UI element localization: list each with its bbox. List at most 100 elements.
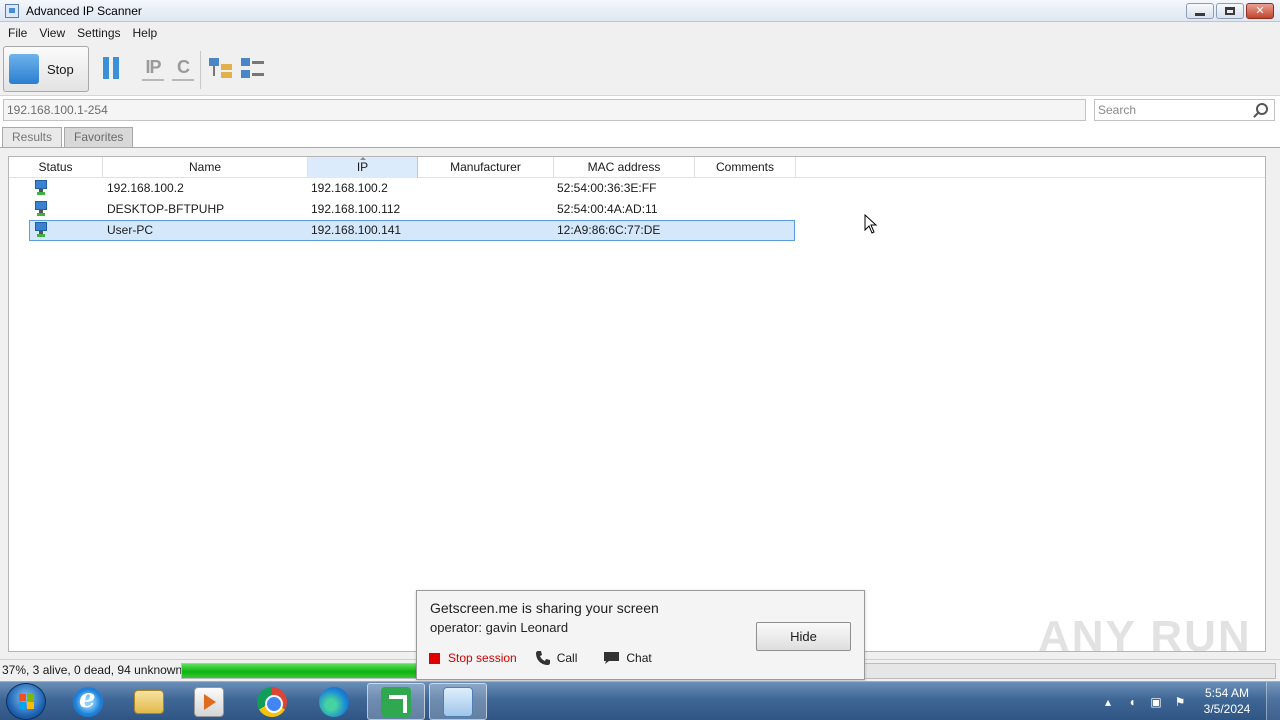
column-comments[interactable]: Comments [695,157,796,178]
row-name: DESKTOP-BFTPUHP [107,202,225,216]
menu-bar: File View Settings Help [0,22,1280,43]
minimize-button[interactable] [1186,3,1214,19]
chat-link[interactable]: Chat [626,651,651,665]
system-tray: ▴ ◖ ▣ ⚑ [1096,682,1192,720]
toolbar: Stop IP C [0,43,1280,96]
taskbar-chrome[interactable] [243,683,301,720]
close-button[interactable]: ✕ [1246,3,1274,19]
edge-icon [319,686,349,717]
taskbar-getscreen[interactable] [367,683,425,720]
pause-icon-bar [113,57,119,79]
column-status[interactable]: Status [9,157,103,178]
window-title: Advanced IP Scanner [26,3,142,18]
row-name: User-PC [107,223,154,237]
table-row[interactable]: 192.168.100.2 192.168.100.2 52:54:00:36:… [29,178,795,199]
phone-icon [535,651,550,665]
getscreen-icon [381,686,411,717]
search-icon[interactable] [1256,103,1268,115]
screen-sharing-notification: Getscreen.me is sharing your screen oper… [416,590,865,680]
expand-all-button[interactable] [208,55,234,81]
menu-settings[interactable]: Settings [71,26,126,40]
column-mac[interactable]: MAC address [554,157,695,178]
media-player-icon [194,686,224,717]
computer-icon [34,180,48,196]
column-name[interactable]: Name [103,157,308,178]
start-button[interactable] [6,683,46,720]
taskbar: ▴ ◖ ▣ ⚑ 5:54 AM 3/5/2024 [0,681,1280,720]
tab-bar: Results Favorites [2,127,135,147]
collapse-all-button[interactable] [240,55,266,81]
taskbar-media-player[interactable] [180,683,238,720]
list-header: Status Name IP Manufacturer MAC address … [9,157,1265,178]
collapse-all-icon [241,56,265,80]
c-icon: C [177,56,190,77]
search-placeholder: Search [1098,103,1137,117]
taskbar-advanced-ip-scanner[interactable] [429,683,487,720]
stop-button[interactable]: Stop [3,46,89,92]
scan-range-input[interactable]: 192.168.100.1-254 [3,99,1086,121]
c-class-button[interactable]: C [172,55,194,81]
clock-time: 5:54 AM [1204,686,1250,700]
network-icon[interactable]: ▣ [1149,695,1163,709]
action-center-flag-icon[interactable]: ⚑ [1173,695,1187,709]
row-ip: 192.168.100.141 [311,223,402,237]
menu-view[interactable]: View [33,26,71,40]
show-hidden-icons-icon[interactable]: ▴ [1101,695,1115,709]
row-name: 192.168.100.2 [107,181,184,195]
clock-date: 3/5/2024 [1203,702,1251,716]
row-mac: 52:54:00:36:3E:FF [557,181,657,195]
maximize-icon [1225,7,1235,15]
stop-label: Stop [47,61,74,77]
row-ip: 192.168.100.2 [311,181,388,195]
taskbar-edge[interactable] [305,683,363,720]
column-ip[interactable]: IP [308,157,418,178]
stop-session-link[interactable]: Stop session [448,651,517,665]
pause-icon [103,57,109,79]
taskbar-internet-explorer[interactable] [59,683,117,720]
advanced-ip-scanner-icon [443,686,473,717]
column-manufacturer[interactable]: Manufacturer [418,157,554,178]
menu-help[interactable]: Help [127,26,164,40]
app-icon [5,3,19,18]
toolbar-separator [200,51,201,89]
folder-icon [134,689,164,714]
tab-favorites[interactable]: Favorites [64,127,134,147]
table-row-selected[interactable]: User-PC 192.168.100.141 12:A9:86:6C:77:D… [29,220,795,241]
results-list[interactable]: Status Name IP Manufacturer MAC address … [8,156,1266,652]
results-panel: Status Name IP Manufacturer MAC address … [0,147,1280,659]
computer-icon [34,201,48,217]
hide-button[interactable]: Hide [756,622,851,651]
mouse-cursor-icon [864,214,878,234]
pause-button[interactable] [101,55,121,81]
search-input[interactable]: Search [1094,99,1275,121]
expand-all-icon [209,56,233,80]
sharing-actions: Stop session Call Chat [429,650,652,666]
row-mac: 12:A9:86:6C:77:DE [557,223,661,237]
operator-label: operator: gavin Leonard [430,620,569,635]
row-mac: 52:54:00:4A:AD:11 [557,202,658,216]
call-link[interactable]: Call [557,651,578,665]
ip-button[interactable]: IP [142,55,164,81]
computer-icon [34,222,48,238]
close-icon: ✕ [1255,4,1265,17]
stop-icon [9,54,39,84]
table-row[interactable]: DESKTOP-BFTPUHP 192.168.100.112 52:54:00… [29,199,795,220]
chrome-icon [257,686,287,717]
row-ip: 192.168.100.112 [311,202,401,216]
show-desktop-button[interactable] [1266,682,1280,720]
taskbar-clock[interactable]: 5:54 AM 3/5/2024 [1196,685,1258,717]
maximize-button[interactable] [1216,3,1244,19]
tab-results[interactable]: Results [2,127,63,147]
taskbar-file-explorer[interactable] [120,683,178,720]
menu-file[interactable]: File [2,26,33,40]
sharing-title: Getscreen.me is sharing your screen [430,600,659,616]
minimize-icon [1195,12,1205,16]
sort-ascending-icon [359,157,366,160]
column-ip-label: IP [356,160,369,174]
internet-explorer-icon [73,684,103,717]
windows-logo-icon [19,694,35,710]
ip-icon: IP [145,56,161,77]
volume-icon[interactable]: ◖ [1125,695,1139,709]
stop-session-icon [429,652,440,664]
scan-status-text: 37%, 3 alive, 0 dead, 94 unknown [2,663,183,677]
